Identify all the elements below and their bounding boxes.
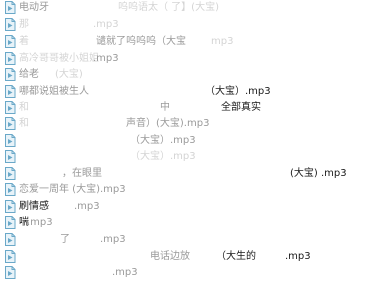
file-name-text: 哪都说姐被生人 <box>19 86 89 97</box>
audio-file-icon <box>4 266 16 279</box>
file-name-text: .mp3 <box>285 251 311 262</box>
file-name-text: (大宝) .mp3 <box>290 168 347 179</box>
audio-file-icon <box>4 250 16 263</box>
audio-file-icon <box>4 183 16 196</box>
audio-file-icon <box>4 35 16 48</box>
file-name-text: 恋爱一周年 (大宝).mp3 <box>19 184 126 195</box>
file-name-text: (大宝) <box>55 69 83 80</box>
file-row[interactable]: 喘 .mp3 <box>0 216 380 230</box>
file-name-text: 电动牙 <box>19 2 49 13</box>
file-row[interactable]: （大宝）.mp3 <box>0 150 380 164</box>
file-row[interactable]: 恋爱一周年 (大宝).mp3 <box>0 183 380 197</box>
file-row[interactable]: 刷情感 .mp3 <box>0 200 380 214</box>
file-name-text: 电话边放 <box>150 251 190 262</box>
audio-file-icon <box>4 68 16 81</box>
file-row[interactable]: 那 .mp3 <box>0 18 380 32</box>
file-name-text: 中 <box>160 102 170 113</box>
file-row[interactable]: 哪都说姐被生人 （大宝）.mp3 <box>0 85 380 99</box>
file-name-text: 谴就了呜呜呜（大宝 <box>96 36 186 47</box>
file-row[interactable]: 和 中 全部真实 <box>0 101 380 115</box>
audio-file-icon <box>4 134 16 147</box>
file-row[interactable]: 电话边放 （大生的 .mp3 <box>0 250 380 264</box>
audio-file-icon <box>4 216 16 229</box>
audio-file-icon <box>4 233 16 246</box>
file-name-text: （大宝）.mp3 <box>130 135 196 146</box>
file-name-text: 呜呜语太（ 了】(大宝) <box>118 2 219 13</box>
audio-file-icon <box>4 85 16 98</box>
file-row[interactable]: 给老 (大宝) <box>0 68 380 82</box>
file-name-text: .mp3 <box>100 234 126 245</box>
audio-file-icon <box>4 167 16 180</box>
file-row[interactable]: ，在眼里 (大宝) .mp3 <box>0 167 380 181</box>
audio-file-icon <box>4 117 16 130</box>
file-name-text: mp3 <box>211 36 234 47</box>
file-name-text: 全部真实 <box>221 102 261 113</box>
audio-file-icon <box>4 1 16 14</box>
file-name-text: 了 <box>60 234 70 245</box>
file-name-text: 声音）(大宝).mp3 <box>126 118 210 129</box>
file-name-text: 那 <box>19 19 29 30</box>
file-list: 电动牙 呜呜语太（ 了】(大宝) 那 .mp3 着 谴就了呜呜呜（大宝 mp3 高冷哥哥被小姐… <box>0 0 380 282</box>
file-row[interactable]: .mp3 <box>0 266 380 280</box>
audio-file-icon <box>4 52 16 65</box>
file-name-text: .mp3 <box>93 53 119 64</box>
file-name-text: .mp3 <box>27 217 53 228</box>
audio-file-icon <box>4 150 16 163</box>
file-name-text: 给老 <box>19 69 39 80</box>
file-name-text: 和 <box>19 102 29 113</box>
file-row[interactable]: 和 声音）(大宝).mp3 <box>0 117 380 131</box>
file-row[interactable]: （大宝）.mp3 <box>0 134 380 148</box>
file-row[interactable]: 电动牙 呜呜语太（ 了】(大宝) <box>0 1 380 15</box>
file-name-text: 和 <box>19 118 29 129</box>
file-name-text: 高冷哥哥被小姐姐 <box>19 53 99 64</box>
audio-file-icon <box>4 101 16 114</box>
file-name-text: .mp3 <box>112 267 138 278</box>
file-name-text: .mp3 <box>93 19 119 30</box>
file-name-text: （大生的 <box>216 251 256 262</box>
file-name-text: ，在眼里 <box>62 168 102 179</box>
file-name-text: .mp3 <box>74 201 100 212</box>
file-name-text: （大宝）.mp3 <box>130 151 196 162</box>
audio-file-icon <box>4 18 16 31</box>
file-name-text: 着 <box>19 36 29 47</box>
file-row[interactable]: 了 .mp3 <box>0 233 380 247</box>
file-row[interactable]: 高冷哥哥被小姐姐 .mp3 <box>0 52 380 66</box>
audio-file-icon <box>4 200 16 213</box>
file-name-text: 刷情感 <box>19 201 49 212</box>
file-row[interactable]: 着 谴就了呜呜呜（大宝 mp3 <box>0 35 380 49</box>
file-name-text: （大宝）.mp3 <box>205 86 271 97</box>
